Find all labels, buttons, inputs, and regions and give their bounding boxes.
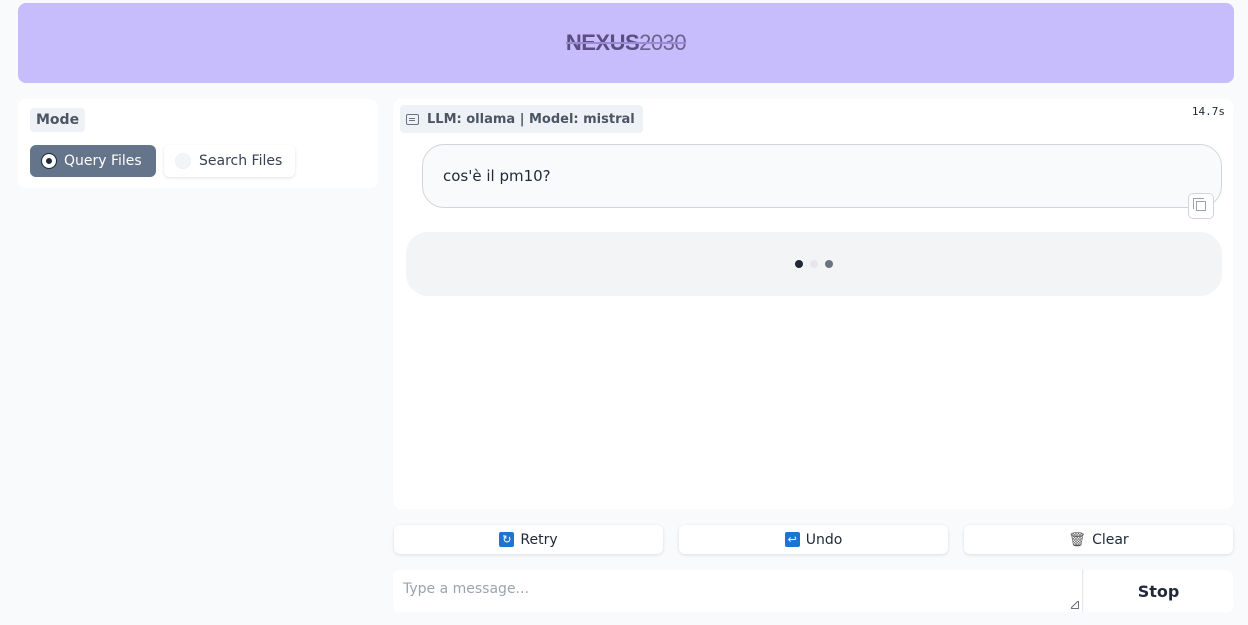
- undo-icon: ↩: [784, 532, 800, 547]
- loading-dot-1: [795, 260, 803, 268]
- logo-bold-text: NEXUS: [565, 30, 640, 55]
- radio-query-files-label: Query Files: [64, 153, 142, 169]
- mode-panel: Mode Query Files Search Files: [18, 99, 378, 188]
- undo-button[interactable]: ↩ Undo: [679, 525, 948, 554]
- logo-light-text: 2030: [639, 30, 687, 55]
- retry-icon: ↻: [499, 532, 515, 547]
- radio-search-files-label: Search Files: [199, 153, 283, 169]
- message-input-container: [393, 570, 1083, 612]
- mode-label: Mode: [30, 108, 86, 132]
- retry-button[interactable]: ↻ Retry: [394, 525, 663, 554]
- trash-icon: 🗑: [1068, 531, 1087, 548]
- resize-handle-icon[interactable]: [1071, 601, 1079, 609]
- undo-label: Undo: [805, 531, 843, 548]
- copy-icon: [1193, 198, 1206, 211]
- chat-bubble-icon: [406, 113, 419, 125]
- llm-model-badge: LLM: ollama | Model: mistral: [400, 105, 643, 133]
- clear-label: Clear: [1092, 531, 1129, 548]
- copy-message-button[interactable]: [1188, 193, 1214, 219]
- llm-model-label: LLM: ollama | Model: mistral: [427, 111, 635, 127]
- bot-message-loading: [406, 232, 1222, 296]
- loading-dot-3: [825, 260, 833, 268]
- chatbot-panel[interactable]: LLM: ollama | Model: mistral 14.7s cos'è…: [393, 99, 1233, 509]
- stop-label: Stop: [1137, 581, 1180, 601]
- elapsed-timer: 14.7s: [1191, 105, 1225, 118]
- clear-button[interactable]: 🗑 Clear: [964, 525, 1233, 554]
- radio-search-files[interactable]: Search Files: [164, 145, 295, 177]
- app-header: NEXUS2030: [18, 3, 1234, 83]
- radio-checked-icon: [41, 153, 57, 169]
- user-message-bubble: cos'è il pm10?: [422, 144, 1222, 208]
- stop-button[interactable]: Stop: [1084, 570, 1233, 612]
- radio-unchecked-icon: [175, 153, 191, 169]
- retry-label: Retry: [520, 531, 558, 548]
- loading-dot-2: [810, 260, 818, 268]
- app-logo: NEXUS2030: [565, 30, 687, 56]
- radio-query-files[interactable]: Query Files: [30, 145, 156, 177]
- user-message-text: cos'è il pm10?: [443, 167, 551, 185]
- message-input[interactable]: [393, 570, 1082, 612]
